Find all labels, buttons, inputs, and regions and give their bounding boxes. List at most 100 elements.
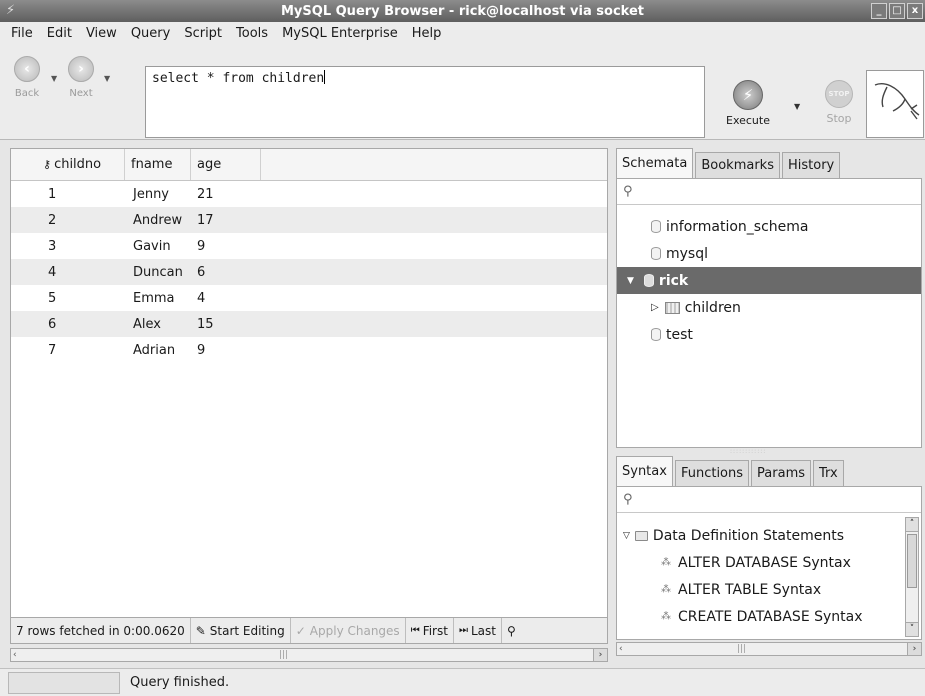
tab-syntax[interactable]: Syntax — [616, 456, 673, 486]
execute-dropdown-icon[interactable]: ▼ — [794, 102, 800, 111]
query-editor[interactable]: select * from children — [145, 66, 705, 138]
expand-arrow-icon[interactable]: ▼ — [627, 276, 634, 286]
menu-view[interactable]: View — [79, 26, 124, 41]
cell-childno[interactable]: 2 — [11, 213, 125, 228]
syntax-panel: ⚲ ▽ Data Definition Statements ⁂ ALTER D… — [616, 486, 922, 640]
cell-childno[interactable]: 5 — [11, 291, 125, 306]
scroll-grip-icon: ||| — [279, 650, 289, 660]
cell-age[interactable]: 21 — [191, 187, 261, 202]
stop-button[interactable]: STOP Stop — [819, 80, 859, 125]
menu-query[interactable]: Query — [124, 26, 178, 41]
syntax-item-alter-table[interactable]: ⁂ ALTER TABLE Syntax — [617, 576, 901, 603]
folder-icon — [634, 530, 648, 541]
table-row[interactable]: 1 Jenny 21 — [11, 181, 607, 207]
schema-item-rick[interactable]: ▼ rick — [617, 267, 921, 294]
menu-file[interactable]: File — [4, 26, 40, 41]
menu-script[interactable]: Script — [177, 26, 229, 41]
close-button[interactable]: x — [907, 3, 923, 19]
tab-schemata[interactable]: Schemata — [616, 148, 694, 178]
cell-fname[interactable]: Gavin — [125, 239, 191, 254]
syntax-item-create-database[interactable]: ⁂ CREATE DATABASE Syntax — [617, 603, 901, 630]
cell-childno[interactable]: 7 — [11, 343, 125, 358]
cell-childno[interactable]: 3 — [11, 239, 125, 254]
cell-age[interactable]: 9 — [191, 239, 261, 254]
search-icon[interactable]: ⚲ — [502, 618, 521, 643]
cell-fname[interactable]: Andrew — [125, 213, 191, 228]
menu-tools[interactable]: Tools — [229, 26, 275, 41]
back-history-dropdown-icon[interactable]: ▼ — [51, 74, 57, 83]
tab-functions[interactable]: Functions — [674, 460, 750, 486]
cell-age[interactable]: 6 — [191, 265, 261, 280]
schema-item-information-schema[interactable]: information_schema — [617, 213, 921, 240]
cell-fname[interactable]: Jenny — [125, 187, 191, 202]
scroll-thumb[interactable] — [907, 534, 917, 588]
syntax-tabbar: Syntax Functions Params Trx — [616, 456, 846, 486]
cell-fname[interactable]: Adrian — [125, 343, 191, 358]
search-icon: ⚲ — [623, 184, 633, 199]
execute-label: Execute — [726, 114, 770, 127]
menu-help[interactable]: Help — [405, 26, 449, 41]
cell-age[interactable]: 4 — [191, 291, 261, 306]
table-item-children[interactable]: ▷ children — [617, 294, 921, 321]
cell-childno[interactable]: 1 — [11, 187, 125, 202]
scroll-grip-icon: ||| — [737, 644, 747, 654]
tab-params[interactable]: Params — [751, 460, 812, 486]
syntax-search-input[interactable]: ⚲ — [617, 487, 921, 513]
start-editing-button[interactable]: ✎ Start Editing — [191, 618, 291, 643]
cell-fname[interactable]: Duncan — [125, 265, 191, 280]
next-button[interactable]: › Next — [60, 56, 102, 99]
next-arrow-icon: › — [68, 56, 94, 82]
scroll-left-icon[interactable]: ‹ — [13, 649, 17, 661]
scroll-up-icon[interactable]: ˄ — [906, 518, 918, 532]
tab-history[interactable]: History — [781, 152, 841, 178]
execute-button[interactable]: ⚡ Execute — [723, 80, 773, 127]
schemata-panel: ⚲ information_schema mysql ▼ rick ▷ chil… — [616, 178, 922, 448]
scroll-right-icon[interactable]: › — [593, 649, 607, 661]
menu-mysql-enterprise[interactable]: MySQL Enterprise — [275, 26, 405, 41]
result-grid[interactable]: ⚷ childno fname age 1 Jenny 21 2 Andrew … — [10, 148, 608, 618]
tab-bookmarks[interactable]: Bookmarks — [695, 152, 780, 178]
column-header-fname[interactable]: fname — [125, 149, 191, 180]
last-button[interactable]: ⏭ Last — [454, 618, 502, 643]
syntax-item-alter-database[interactable]: ⁂ ALTER DATABASE Syntax — [617, 549, 901, 576]
first-button[interactable]: ⏮ First — [406, 618, 454, 643]
column-header-age[interactable]: age — [191, 149, 261, 180]
cell-age[interactable]: 15 — [191, 317, 261, 332]
syntax-category-data-definition[interactable]: ▽ Data Definition Statements — [617, 522, 901, 549]
syntax-vertical-scrollbar[interactable]: ˄ ˅ — [905, 517, 919, 637]
cell-fname[interactable]: Alex — [125, 317, 191, 332]
tab-trx[interactable]: Trx — [813, 460, 844, 486]
scroll-left-icon[interactable]: ‹ — [619, 643, 623, 655]
apply-changes-button[interactable]: ✓ Apply Changes — [291, 618, 406, 643]
syntax-horizontal-scrollbar[interactable]: ‹ ||| › — [616, 642, 922, 656]
scroll-right-icon[interactable]: › — [907, 643, 921, 655]
table-row[interactable]: 6 Alex 15 — [11, 311, 607, 337]
menu-edit[interactable]: Edit — [40, 26, 79, 41]
cell-age[interactable]: 17 — [191, 213, 261, 228]
schema-item-mysql[interactable]: mysql — [617, 240, 921, 267]
table-row[interactable]: 2 Andrew 17 — [11, 207, 607, 233]
primary-key-icon: ⚷ — [43, 158, 52, 171]
schema-item-test[interactable]: test — [617, 321, 921, 348]
table-row[interactable]: 7 Adrian 9 — [11, 337, 607, 363]
result-horizontal-scrollbar[interactable]: ‹ ||| › — [10, 648, 608, 662]
maximize-button[interactable]: □ — [889, 3, 905, 19]
collapse-arrow-icon[interactable]: ▷ — [651, 302, 659, 313]
cell-fname[interactable]: Emma — [125, 291, 191, 306]
table-row[interactable]: 5 Emma 4 — [11, 285, 607, 311]
table-row[interactable]: 3 Gavin 9 — [11, 233, 607, 259]
next-history-dropdown-icon[interactable]: ▼ — [104, 74, 110, 83]
panel-splitter[interactable]: :::::::::::: — [730, 448, 766, 455]
stop-label: Stop — [826, 112, 852, 125]
back-button[interactable]: ‹ Back — [6, 56, 48, 99]
cell-childno[interactable]: 6 — [11, 317, 125, 332]
cell-age[interactable]: 9 — [191, 343, 261, 358]
back-label: Back — [14, 88, 40, 99]
table-row[interactable]: 4 Duncan 6 — [11, 259, 607, 285]
column-header-childno[interactable]: ⚷ childno — [11, 149, 125, 180]
expand-arrow-icon[interactable]: ▽ — [623, 531, 630, 541]
cell-childno[interactable]: 4 — [11, 265, 125, 280]
schemata-search-input[interactable]: ⚲ — [617, 179, 921, 205]
scroll-down-icon[interactable]: ˅ — [906, 622, 918, 636]
minimize-button[interactable]: _ — [871, 3, 887, 19]
